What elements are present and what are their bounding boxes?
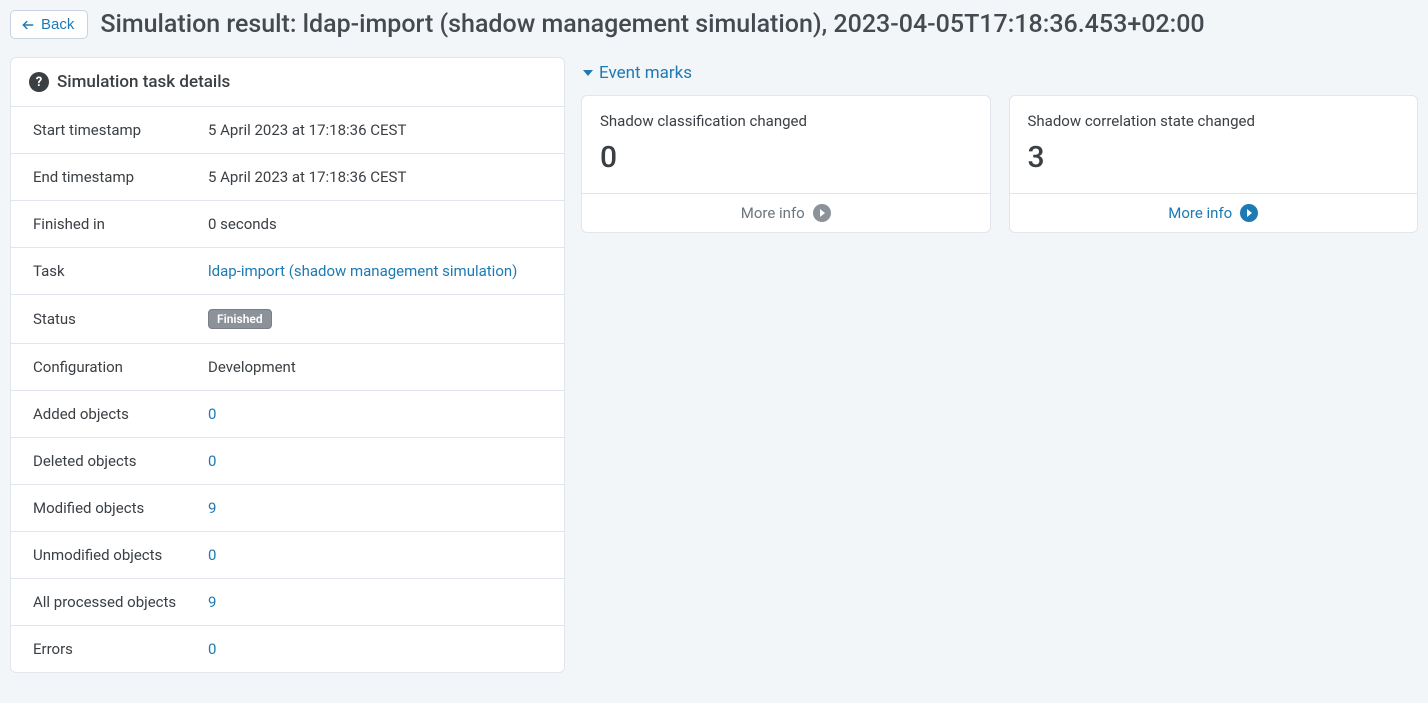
objects-link[interactable]: 0 (208, 452, 216, 470)
row-deleted-objects: Deleted objects 0 (11, 438, 564, 485)
help-icon[interactable]: ? (29, 72, 49, 92)
row-all-processed-objects: All processed objects 9 (11, 579, 564, 626)
row-modified-objects: Modified objects 9 (11, 485, 564, 532)
row-start-timestamp: Start timestamp 5 April 2023 at 17:18:36… (11, 107, 564, 154)
card-shadow-classification: Shadow classification changed 0 More inf… (581, 95, 991, 233)
more-info-label: More info (1168, 204, 1232, 222)
row-label: Task (33, 262, 208, 280)
objects-link[interactable]: 0 (208, 405, 216, 423)
row-label: Start timestamp (33, 121, 208, 139)
card-count: 0 (600, 140, 972, 175)
event-marks-toggle[interactable]: Event marks (581, 57, 1418, 95)
row-label: Status (33, 310, 208, 328)
details-panel-header: ? Simulation task details (11, 58, 564, 107)
row-status: Status Finished (11, 295, 564, 344)
row-finished-in: Finished in 0 seconds (11, 201, 564, 248)
back-button[interactable]: Back (10, 10, 88, 39)
task-link[interactable]: ldap-import (shadow management simulatio… (208, 262, 517, 280)
row-label: Errors (33, 640, 208, 658)
card-title: Shadow classification changed (600, 112, 972, 130)
row-label: All processed objects (33, 593, 208, 611)
event-marks-cards: Shadow classification changed 0 More inf… (581, 95, 1418, 233)
arrow-right-circle-icon (1240, 204, 1258, 222)
card-shadow-correlation: Shadow correlation state changed 3 More … (1009, 95, 1419, 233)
card-count: 3 (1028, 140, 1400, 175)
row-label: Configuration (33, 358, 208, 376)
row-value: 5 April 2023 at 17:18:36 CEST (208, 121, 406, 139)
details-panel: ? Simulation task details Start timestam… (10, 57, 565, 673)
status-badge: Finished (208, 309, 272, 329)
row-label: Deleted objects (33, 452, 208, 470)
row-errors: Errors 0 (11, 626, 564, 672)
row-value: 0 seconds (208, 215, 277, 233)
row-label: End timestamp (33, 168, 208, 186)
objects-link[interactable]: 9 (208, 499, 216, 517)
row-added-objects: Added objects 0 (11, 391, 564, 438)
objects-link[interactable]: 0 (208, 546, 216, 564)
more-info-button[interactable]: More info (582, 193, 990, 232)
row-label: Modified objects (33, 499, 208, 517)
row-label: Added objects (33, 405, 208, 423)
objects-link[interactable]: 0 (208, 640, 216, 658)
page-header: Back Simulation result: ldap-import (sha… (10, 10, 1418, 39)
arrow-right-circle-icon (813, 204, 831, 222)
row-value: Finished (208, 309, 272, 329)
arrow-left-icon (21, 18, 35, 32)
row-label: Unmodified objects (33, 546, 208, 564)
row-end-timestamp: End timestamp 5 April 2023 at 17:18:36 C… (11, 154, 564, 201)
row-value: 5 April 2023 at 17:18:36 CEST (208, 168, 406, 186)
row-task: Task ldap-import (shadow management simu… (11, 248, 564, 295)
row-configuration: Configuration Development (11, 344, 564, 391)
row-unmodified-objects: Unmodified objects 0 (11, 532, 564, 579)
details-panel-title: Simulation task details (57, 72, 230, 92)
card-title: Shadow correlation state changed (1028, 112, 1400, 130)
more-info-button[interactable]: More info (1010, 193, 1418, 232)
objects-link[interactable]: 9 (208, 593, 216, 611)
event-marks-title: Event marks (599, 63, 692, 83)
row-value: Development (208, 358, 296, 376)
back-button-label: Back (41, 16, 74, 33)
row-label: Finished in (33, 215, 208, 233)
page-title: Simulation result: ldap-import (shadow m… (100, 10, 1204, 39)
more-info-label: More info (741, 204, 805, 222)
caret-down-icon (583, 70, 593, 76)
